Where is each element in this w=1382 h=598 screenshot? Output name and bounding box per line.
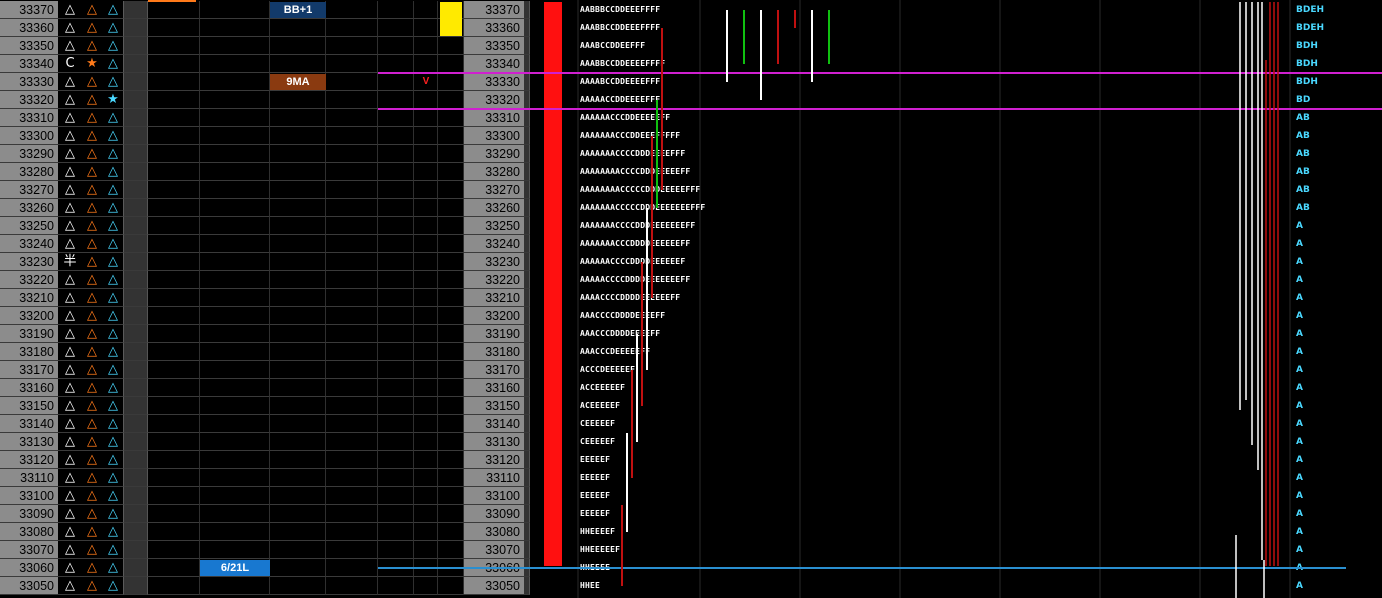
red-bar [544,2,562,566]
yellow-marker [440,2,462,36]
top-accent [148,0,196,2]
chart-overlay [148,0,1382,598]
